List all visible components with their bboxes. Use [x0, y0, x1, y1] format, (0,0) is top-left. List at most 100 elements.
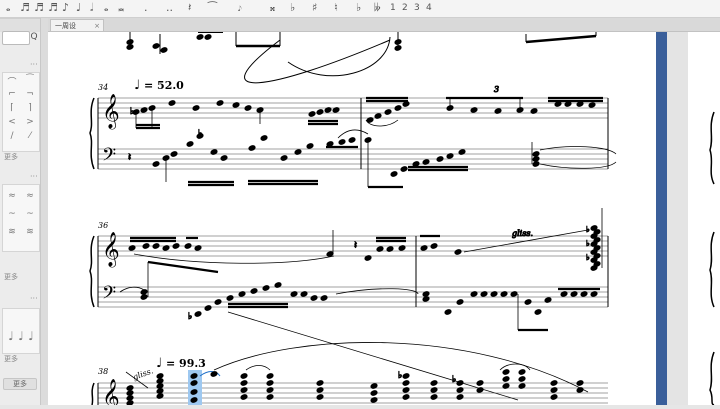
svg-text:♭: ♭	[586, 253, 590, 262]
sixteenth-note-icon[interactable]: ♬	[48, 1, 58, 15]
flat-icon[interactable]: ♭	[290, 1, 295, 15]
palette-section-notes: ♩ ♩ ♩	[2, 308, 40, 354]
palette-dots-icon: ···	[30, 294, 38, 303]
treble-clef-icon: 𝄞	[102, 379, 120, 405]
natural-icon[interactable]: ♮	[334, 1, 338, 15]
palette-cell-14[interactable]: ~	[22, 209, 38, 219]
svg-text:𝄽: 𝄽	[128, 152, 131, 163]
svg-text:♭: ♭	[586, 225, 590, 234]
sharp-icon[interactable]: ♯	[312, 1, 317, 15]
cluster-chord[interactable]: ♭ ♭ ♭	[586, 208, 603, 272]
svg-text:𝄽: 𝄽	[354, 240, 357, 251]
whole-note-2-icon[interactable]: 𝅝	[104, 1, 108, 15]
palette-cell-3[interactable]: ⌐	[4, 89, 20, 99]
next-page-braces	[709, 111, 715, 406]
grand-staff-brace	[89, 235, 95, 308]
palette-cell-5[interactable]: ⌈	[4, 103, 20, 113]
measure-35-treble-notes[interactable]: 3	[365, 85, 603, 127]
svg-text:♭: ♭	[586, 239, 590, 248]
voice-1-button[interactable]: 1	[390, 1, 396, 15]
palette-cell-15[interactable]: ≋	[4, 227, 20, 237]
bass-clef-icon: 𝄢	[102, 145, 116, 170]
palette-add-button[interactable]: 更多	[3, 378, 37, 390]
tempo-marking-2[interactable]: = 99.3	[166, 357, 206, 370]
sixtyfourth-note-icon[interactable]: ♬	[20, 1, 30, 15]
double-dot-icon[interactable]: ..	[166, 1, 173, 15]
measure-number-36: 36	[98, 221, 108, 230]
next-page-preview[interactable]	[688, 32, 720, 406]
tie-icon[interactable]: ⁀	[208, 1, 217, 15]
system-top-remnant	[125, 31, 597, 84]
note-input-toolbar: 𝅝 ♬ ♬ ♬ ♪ ♩ 𝅗𝅥 𝅝 𝅜 . .. 𝄽 ⁀ 𝆕 𝄪 ♭ ♯ ♮ ♭ …	[0, 0, 720, 18]
palette-cell-12[interactable]: ≈	[22, 191, 38, 201]
svg-text:♭: ♭	[398, 371, 402, 381]
palette-section-lines: ⌒ ⁀ ⌐ ¬ ⌈ ⌉ < > ∕ ⁄	[2, 72, 40, 152]
score-tab-bar: 一周设 ×	[48, 18, 720, 32]
palette-cell-4[interactable]: ¬	[22, 89, 38, 99]
gliss-label-1: gliss.	[512, 229, 533, 238]
rest-icon[interactable]: 𝄽	[188, 1, 191, 15]
palette-more-1[interactable]: 更多	[4, 152, 18, 162]
double-flat-icon[interactable]: 𝄫	[374, 1, 381, 15]
flat-2-icon[interactable]: ♭	[356, 1, 361, 15]
score-canvas[interactable]: 34 ♩ = 52.0 𝄞 𝄢 ♭ 3 𝄽 ♭ 36 𝄞 𝄢 𝄽 gliss. …	[48, 31, 656, 409]
quarter-note-icon[interactable]: ♩	[76, 1, 81, 15]
palette-dots-icon: ···	[30, 172, 38, 181]
palette-cell-11[interactable]: ≈	[4, 191, 20, 201]
system-36: 36 𝄞 𝄢 𝄽 gliss. ♭♭♭ ♭	[89, 208, 609, 401]
quarter-note-icon[interactable]: ♩	[23, 329, 39, 343]
voice-3-button[interactable]: 3	[414, 1, 420, 15]
grand-staff-brace	[91, 382, 95, 406]
palette-cell-10[interactable]: ⁄	[22, 131, 38, 141]
palette-more-2[interactable]: 更多	[4, 272, 18, 282]
search-icon[interactable]: Q	[29, 30, 39, 44]
measure-number-38: 38	[98, 367, 108, 376]
tuplet-label: 3	[494, 85, 499, 94]
measure-34-treble-notes[interactable]: ♭	[130, 99, 341, 130]
measure-34-35-bass-notes[interactable]: 𝄽 ♭	[128, 129, 617, 189]
palette-more-3[interactable]: 更多	[4, 354, 18, 364]
splitter[interactable]	[41, 18, 48, 405]
system-34: 34 ♩ = 52.0 𝄞 𝄢 ♭ 3 𝄽 ♭	[89, 78, 617, 189]
eighth-note-icon[interactable]: ♪	[62, 1, 69, 15]
tempo-note-icon: ♩	[134, 78, 140, 93]
tempo-note-icon: ♩	[156, 356, 162, 371]
bass-clef-icon: 𝄢	[102, 283, 116, 308]
voice-4-button[interactable]: 4	[426, 1, 432, 15]
palette-cell-6[interactable]: ⌉	[22, 103, 38, 113]
double-sharp-icon[interactable]: 𝄪	[270, 1, 275, 15]
score-page: 34 ♩ = 52.0 𝄞 𝄢 ♭ 3 𝄽 ♭ 36 𝄞 𝄢 𝄽 gliss. …	[89, 31, 617, 409]
score-tab[interactable]: 一周设 ×	[50, 19, 104, 31]
gliss-label-2: gliss.	[132, 366, 155, 382]
svg-text:♭: ♭	[188, 312, 192, 322]
measure-number-34: 34	[98, 83, 108, 92]
svg-text:♭: ♭	[452, 375, 456, 385]
measure-36-37-treble-notes[interactable]: 𝄽 gliss. ♭ ♭ ♭	[127, 208, 603, 272]
palette-cell-13[interactable]: ~	[4, 209, 20, 219]
treble-clef-icon: 𝄞	[102, 94, 120, 130]
svg-text:♭: ♭	[198, 129, 202, 139]
palette-search-input[interactable]	[2, 31, 30, 45]
tempo-marking-1[interactable]: = 52.0	[144, 79, 184, 92]
palette-cell-1[interactable]: ⌒	[4, 75, 20, 88]
palette-cell-16[interactable]: ≋	[22, 227, 38, 237]
score-tab-label: 一周设	[55, 22, 76, 30]
palette-cell-2[interactable]: ⁀	[22, 75, 38, 85]
system-38: 38 ♩ = 99.3 gliss. 𝄞 ♭ ♭	[91, 342, 608, 409]
half-note-icon[interactable]: 𝅗𝅥	[90, 1, 94, 15]
palette-cell-8[interactable]: >	[22, 117, 38, 127]
palette-dots-icon: ···	[30, 60, 38, 69]
grace-note-icon[interactable]: 𝆕	[238, 1, 242, 15]
palette-panel: Q ··· ⌒ ⁀ ⌐ ¬ ⌈ ⌉ < > ∕ ⁄ 更多 ··· ≈ ≈ ~ ~…	[0, 18, 41, 405]
close-icon[interactable]: ×	[94, 20, 100, 32]
palette-section-ornaments: ≈ ≈ ~ ~ ≋ ≋	[2, 184, 40, 252]
whole-note-icon[interactable]: 𝅝	[6, 1, 10, 15]
thirtysecond-note-icon[interactable]: ♬	[34, 1, 44, 15]
treble-clef-icon: 𝄞	[102, 232, 120, 268]
voice-2-button[interactable]: 2	[402, 1, 408, 15]
palette-cell-9[interactable]: ∕	[4, 131, 20, 141]
dot-icon[interactable]: .	[144, 1, 148, 15]
breve-icon[interactable]: 𝅜	[118, 1, 124, 15]
palette-cell-7[interactable]: <	[4, 117, 20, 127]
grand-staff-brace	[89, 97, 95, 170]
